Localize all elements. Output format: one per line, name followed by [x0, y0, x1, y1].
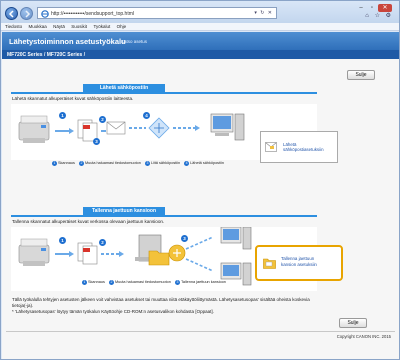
folder-section-title: Tallenna jaettuun kansioon	[83, 207, 165, 215]
folder-section-divider	[11, 215, 317, 217]
breadcrumb-text: MF720C Series / MF720C Series /	[7, 51, 86, 58]
close-button-top[interactable]: Sulje	[347, 70, 375, 80]
menu-item-help[interactable]: Ohje	[117, 23, 127, 31]
step-badge-4: 4	[143, 112, 150, 119]
menu-item-file[interactable]: Tiedosto	[5, 23, 22, 31]
folder-settings-label-1: Tallenna jaettuun	[281, 256, 315, 261]
step-badge-1: 1	[59, 112, 66, 119]
maximize-icon[interactable]: ▫	[367, 4, 377, 12]
breadcrumb: MF720C Series / MF720C Series /	[2, 50, 399, 59]
folder-steps-legend: 1 Skannaus 2 Muuta haluamasi tiedostomuoto…	[82, 280, 226, 285]
envelope-icon	[106, 121, 126, 135]
main-content: Sulje Lähetä sähköpostiin Lähetä skannat…	[2, 59, 399, 359]
page-title: Lähetystoiminnon asetustyökalu	[9, 37, 126, 46]
folder-settings-button[interactable]: Tallenna jaettuun kansion asetuksiin	[255, 245, 343, 281]
network-icon	[148, 117, 170, 139]
printer-icon	[18, 238, 50, 266]
view-settings-link[interactable]: Katso asetus	[121, 39, 147, 44]
address-tools-icons[interactable]: ▾ ↻ ✕	[254, 10, 273, 16]
page-header: Lähetystoiminnon asetustyökalu Katso ase…	[2, 32, 399, 50]
footer-note-line-3: * 'Lähetysasetusopas' löytyy tämän työka…	[12, 309, 214, 314]
menu-item-view[interactable]: Näytä	[53, 23, 65, 31]
page-content: Lähetystoiminnon asetustyökalu Katso ase…	[2, 32, 399, 359]
folder-section-description: Tallenna skannatut alkuperäiset kuvat ve…	[12, 219, 165, 224]
menu-item-edit[interactable]: Muokkaa	[28, 23, 46, 31]
email-section-description: Lähetä skannatut alkuperäiset kuvat sähk…	[12, 96, 134, 101]
step-badge-2: 2	[99, 239, 106, 246]
step-badge-3: 3	[93, 138, 100, 145]
menu-item-tools[interactable]: Työkalut	[93, 23, 110, 31]
back-button[interactable]	[5, 7, 18, 20]
close-button-bottom[interactable]: Sulje	[339, 318, 367, 328]
footer-divider	[6, 331, 395, 332]
browser-toolbar: http://••••••••••••/sendsupport_top.html…	[1, 1, 399, 23]
close-window-icon[interactable]: ✕	[378, 4, 392, 12]
email-steps-legend: 1 Skannaus 2 Muuta haluamasi tiedostomuoto…	[52, 161, 224, 166]
browser-window: http://••••••••••••/sendsupport_top.html…	[0, 0, 400, 360]
address-bar[interactable]: http://••••••••••••/sendsupport_top.html…	[37, 7, 277, 19]
email-section-divider	[11, 92, 317, 94]
folder-settings-label-2: kansion asetuksiin	[281, 262, 317, 267]
arrow-left-icon	[8, 10, 14, 18]
minimize-icon[interactable]: –	[356, 4, 366, 12]
step-badge-1: 1	[59, 237, 66, 244]
url-text: http://••••••••••••/sendsupport_top.html	[51, 11, 134, 17]
menu-bar: Tiedosto Muokkaa Näytä Suosikit Työkalut…	[1, 23, 399, 31]
computer-icon	[220, 226, 252, 250]
step-badge-3: 3	[181, 235, 188, 242]
document-pdf-icon	[77, 242, 98, 265]
printer-icon	[18, 115, 50, 143]
footer-note-line-1: Tällä työkalulla tehtyjen asetusten jälk…	[12, 297, 310, 302]
email-settings-label: Lähetä sähköpostiasetuksiin	[283, 142, 324, 152]
envelope-icon	[265, 142, 277, 152]
menu-item-favorites[interactable]: Suosikit	[71, 23, 87, 31]
copyright-text: Copyright CANON INC. 2015	[336, 334, 391, 339]
email-section-title: Lähetä sähköpostiin	[83, 84, 165, 92]
email-settings-button[interactable]: Lähetä sähköpostiasetuksiin	[260, 131, 338, 163]
computer-icon	[210, 113, 245, 141]
shared-folder-computer-icon	[135, 234, 186, 266]
folder-icon	[263, 258, 276, 269]
ie-page-icon	[41, 10, 49, 18]
home-star-gear-icons[interactable]: ⌂ ☆ ⚙	[365, 12, 393, 19]
forward-button[interactable]	[20, 7, 33, 20]
step-badge-2: 2	[99, 116, 106, 123]
arrow-right-icon	[25, 10, 31, 18]
